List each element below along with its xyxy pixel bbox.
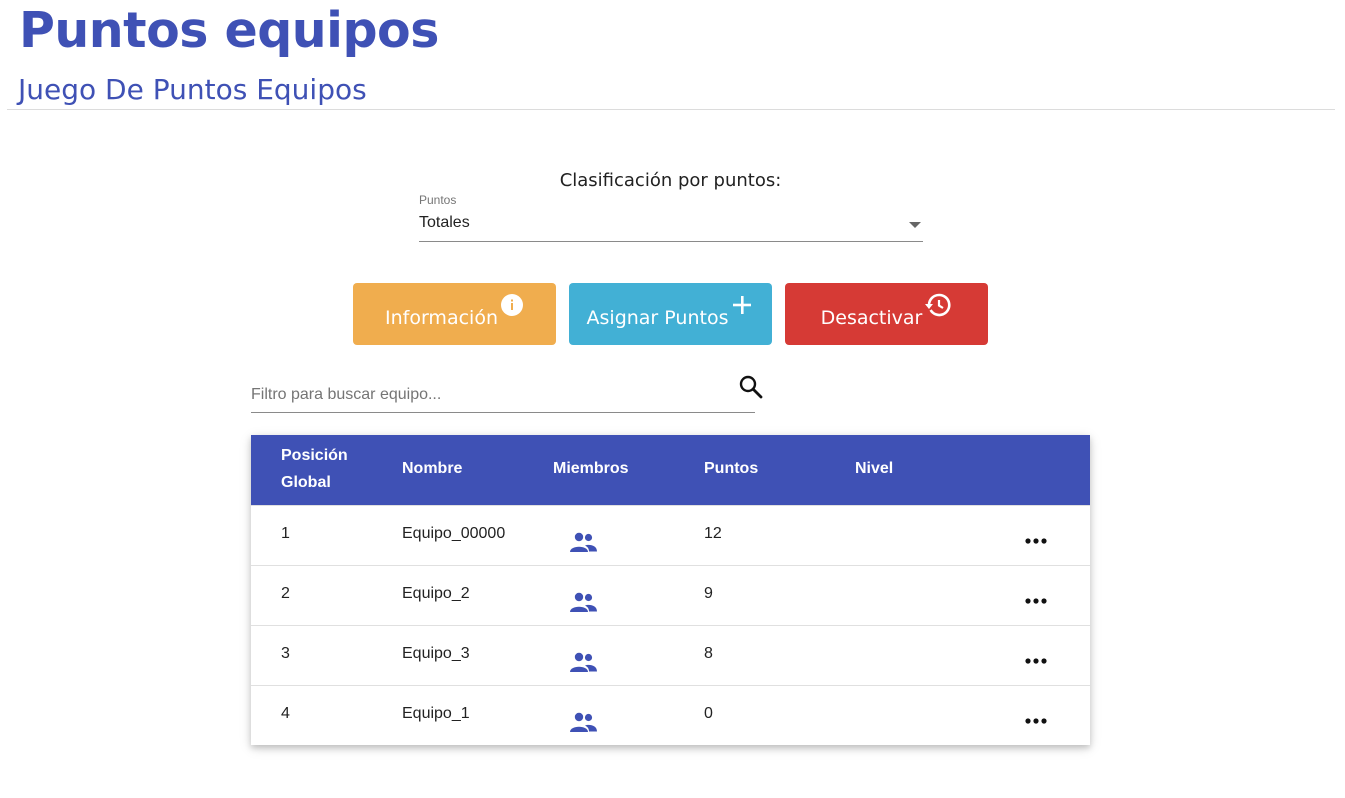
- points-select-value: Totales: [419, 214, 470, 231]
- ranking-label: Clasificación por puntos:: [559, 170, 782, 191]
- dropdown-arrow-icon[interactable]: [909, 222, 921, 228]
- header-position-line1: Posición: [281, 447, 348, 464]
- table-row: 2 Equipo_2 9: [251, 565, 1090, 626]
- cell-points: 0: [704, 705, 713, 722]
- header-name[interactable]: Nombre: [402, 455, 462, 482]
- group-icon[interactable]: [568, 650, 598, 674]
- page: Puntos equipos Juego De Puntos Equipos C…: [0, 0, 1345, 798]
- assign-points-button-label: Asignar Puntos: [586, 307, 729, 329]
- table-header: Posición Global Nombre Miembros Puntos N…: [251, 435, 1090, 505]
- header-divider: [7, 109, 1335, 110]
- info-button[interactable]: Información: [353, 283, 556, 345]
- cell-name: Equipo_2: [402, 585, 470, 602]
- more-horiz-icon[interactable]: [1023, 654, 1049, 666]
- deactivate-button-label: Desactivar: [820, 307, 923, 329]
- deactivate-button[interactable]: Desactivar: [785, 283, 988, 345]
- plus-icon: [730, 293, 754, 322]
- search-input[interactable]: [251, 378, 755, 413]
- points-select[interactable]: Puntos Totales: [419, 192, 923, 242]
- cell-points: 9: [704, 585, 713, 602]
- search-icon[interactable]: [738, 374, 764, 400]
- search-field: [251, 378, 755, 413]
- more-horiz-icon[interactable]: [1023, 594, 1049, 606]
- history-icon: [924, 292, 952, 323]
- points-select-label: Puntos: [419, 193, 457, 207]
- select-underline: [419, 241, 923, 242]
- info-circle-icon: [500, 293, 524, 322]
- group-icon[interactable]: [568, 710, 598, 734]
- table-row: 3 Equipo_3 8: [251, 625, 1090, 686]
- cell-name: Equipo_3: [402, 645, 470, 662]
- cell-name: Equipo_1: [402, 705, 470, 722]
- cell-points: 8: [704, 645, 713, 662]
- teams-table: Posición Global Nombre Miembros Puntos N…: [251, 435, 1090, 745]
- cell-points: 12: [704, 525, 722, 542]
- more-horiz-icon[interactable]: [1023, 534, 1049, 546]
- cell-position: 3: [281, 645, 290, 662]
- assign-points-button[interactable]: Asignar Puntos: [569, 283, 772, 345]
- cell-position: 2: [281, 585, 290, 602]
- header-position-line2: Global: [281, 474, 331, 491]
- more-horiz-icon[interactable]: [1023, 714, 1049, 726]
- page-title: Puntos equipos: [19, 2, 439, 59]
- table-row: 4 Equipo_1 0: [251, 685, 1090, 746]
- header-level[interactable]: Nivel: [855, 455, 893, 482]
- header-position[interactable]: Posición Global: [281, 442, 381, 496]
- table-row: 1 Equipo_00000 12: [251, 505, 1090, 566]
- cell-position: 4: [281, 705, 290, 722]
- cell-position: 1: [281, 525, 290, 542]
- header-points[interactable]: Puntos: [704, 455, 758, 482]
- info-button-label: Información: [385, 307, 498, 329]
- page-subtitle: Juego De Puntos Equipos: [18, 73, 367, 106]
- group-icon[interactable]: [568, 530, 598, 554]
- group-icon[interactable]: [568, 590, 598, 614]
- header-members[interactable]: Miembros: [553, 455, 629, 482]
- cell-name: Equipo_00000: [402, 525, 506, 542]
